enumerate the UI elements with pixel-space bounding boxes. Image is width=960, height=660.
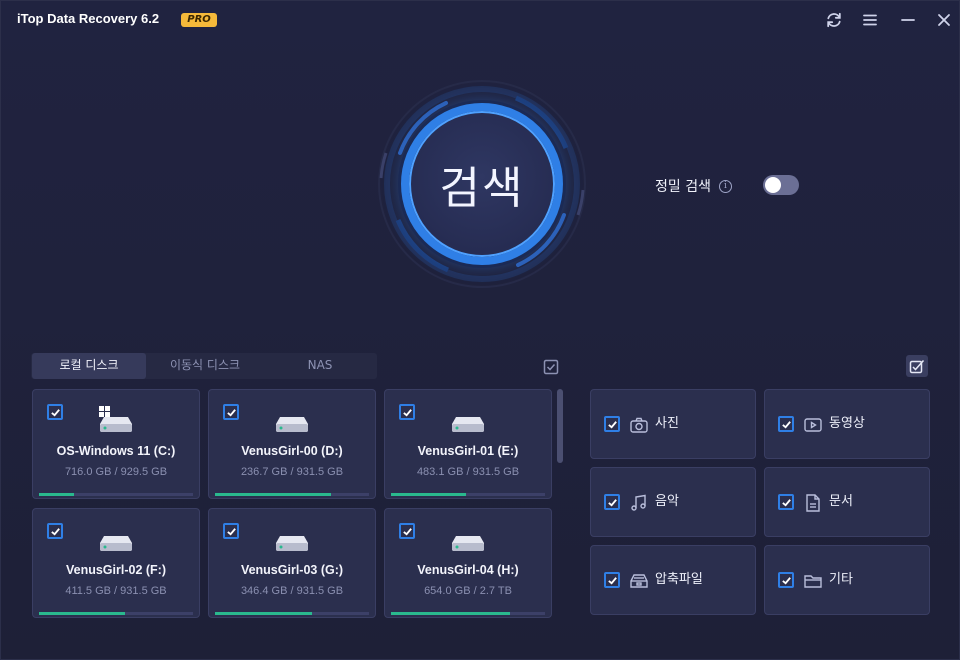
file-type-label: 사진 [655, 416, 679, 431]
file-type-label: 압축파일 [655, 572, 703, 587]
file-type-checkbox[interactable] [778, 572, 794, 588]
app-window: iTop Data Recovery 6.2 PRO 검색 정밀 검색 i 로컬… [0, 0, 960, 660]
file-type-checkbox[interactable] [604, 494, 620, 510]
music-icon [629, 493, 649, 513]
disk-tabs: 로컬 디스크 이동식 디스크 NAS [31, 353, 377, 379]
disk-checkbox[interactable] [223, 404, 239, 420]
scrollbar-thumb[interactable] [557, 389, 563, 463]
usage-bar [215, 493, 369, 496]
folder-icon [803, 571, 823, 591]
disk-card-g[interactable]: VenusGirl-03 (G:) 346.4 GB / 931.5 GB [208, 508, 376, 618]
disk-name: VenusGirl-00 (D:) [241, 444, 343, 458]
scan-button[interactable]: 검색 [401, 103, 563, 265]
deep-scan-label: 정밀 검색 [655, 179, 711, 195]
file-type-checkbox[interactable] [604, 572, 620, 588]
usage-bar [215, 612, 369, 615]
deep-scan-option: 정밀 검색 i [655, 175, 732, 197]
usage-bar-fill [215, 612, 313, 615]
toggle-knob [765, 177, 781, 193]
info-icon[interactable]: i [718, 179, 732, 193]
disk-card-e[interactable]: VenusGirl-01 (E:) 483.1 GB / 931.5 GB [384, 389, 552, 499]
select-all-file-types-icon[interactable] [906, 355, 928, 377]
disk-card-f[interactable]: VenusGirl-02 (F:) 411.5 GB / 931.5 GB [32, 508, 200, 618]
file-type-other[interactable]: 기타 [764, 545, 930, 615]
disk-name: OS-Windows 11 (C:) [56, 444, 176, 458]
deep-scan-toggle[interactable] [763, 175, 799, 195]
file-type-archive[interactable]: 압축파일 [590, 545, 756, 615]
tab-nas[interactable]: NAS [264, 353, 376, 379]
disk-checkbox[interactable] [223, 523, 239, 539]
tab-removable-disk[interactable]: 이동식 디스크 [146, 353, 264, 379]
menu-icon[interactable] [860, 10, 880, 30]
disk-name: VenusGirl-03 (G:) [240, 563, 344, 577]
file-type-checkbox[interactable] [778, 416, 794, 432]
usage-bar-fill [391, 612, 510, 615]
usage-bar [391, 493, 545, 496]
disk-checkbox[interactable] [399, 523, 415, 539]
title-bar: iTop Data Recovery 6.2 PRO [1, 1, 960, 39]
usage-bar-fill [391, 493, 467, 496]
hard-drive-icon [276, 536, 308, 551]
disk-name: VenusGirl-01 (E:) [417, 444, 519, 458]
disk-size: 483.1 GB / 931.5 GB [416, 466, 520, 478]
disk-size: 411.5 GB / 931.5 GB [65, 585, 167, 597]
disk-checkbox[interactable] [47, 404, 63, 420]
disk-name: VenusGirl-04 (H:) [417, 563, 519, 577]
select-all-disks-icon[interactable] [540, 356, 562, 378]
archive-icon [629, 571, 649, 591]
file-type-document[interactable]: 문서 [764, 467, 930, 537]
hard-drive-icon [452, 536, 484, 551]
app-title: iTop Data Recovery 6.2 [17, 11, 160, 26]
disk-list-scrollbar[interactable] [557, 389, 563, 621]
disk-card-h[interactable]: VenusGirl-04 (H:) 654.0 GB / 2.7 TB [384, 508, 552, 618]
file-type-music[interactable]: 음악 [590, 467, 756, 537]
usage-bar-fill [39, 612, 126, 615]
disk-name: VenusGirl-02 (F:) [65, 563, 167, 577]
disk-card-d[interactable]: VenusGirl-00 (D:) 236.7 GB / 931.5 GB [208, 389, 376, 499]
tab-local-disk[interactable]: 로컬 디스크 [32, 353, 146, 379]
usage-bar-fill [39, 493, 75, 496]
usage-bar [391, 612, 545, 615]
disk-checkbox[interactable] [47, 523, 63, 539]
disk-size: 654.0 GB / 2.7 TB [424, 585, 512, 597]
disk-size: 236.7 GB / 931.5 GB [240, 466, 344, 478]
document-icon [803, 493, 823, 513]
scan-area: 검색 [376, 78, 588, 290]
file-type-label: 동영상 [829, 416, 865, 431]
file-type-label: 기타 [829, 572, 853, 587]
usage-bar [39, 493, 193, 496]
video-icon [803, 415, 823, 435]
disk-card-c[interactable]: OS-Windows 11 (C:) 716.0 GB / 929.5 GB [32, 389, 200, 499]
camera-icon [629, 415, 649, 435]
file-type-checkbox[interactable] [778, 494, 794, 510]
hard-drive-icon [100, 417, 132, 432]
disk-size: 716.0 GB / 929.5 GB [64, 466, 168, 478]
disk-checkbox[interactable] [399, 404, 415, 420]
disk-size: 346.4 GB / 931.5 GB [240, 585, 344, 597]
file-type-video[interactable]: 동영상 [764, 389, 930, 459]
hard-drive-icon [452, 417, 484, 432]
refresh-icon[interactable] [824, 10, 844, 30]
usage-bar-fill [215, 493, 331, 496]
close-icon[interactable] [934, 10, 954, 30]
file-type-label: 문서 [829, 494, 853, 509]
file-type-checkbox[interactable] [604, 416, 620, 432]
minimize-icon[interactable] [898, 10, 918, 30]
file-type-label: 음악 [655, 494, 679, 509]
pro-badge: PRO [181, 13, 217, 27]
scan-button-label: 검색 [439, 163, 525, 214]
hard-drive-icon [276, 417, 308, 432]
usage-bar [39, 612, 193, 615]
hard-drive-icon [100, 536, 132, 551]
file-type-photo[interactable]: 사진 [590, 389, 756, 459]
